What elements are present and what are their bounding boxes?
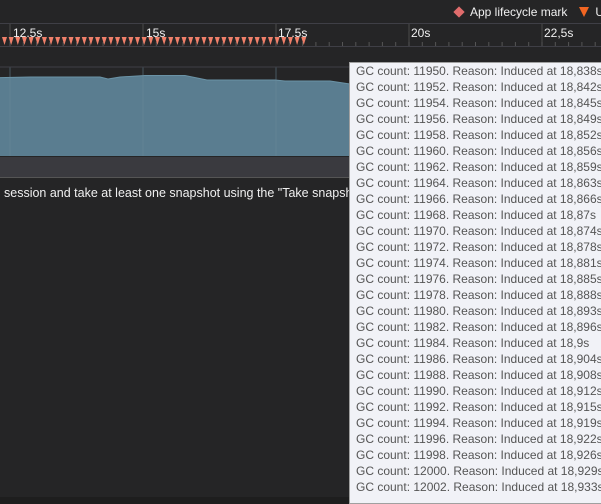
tooltip-line: GC count: 11968. Reason: Induced at 18,8… (356, 208, 596, 222)
marker-triangle-icon (254, 37, 260, 45)
marker-triangle-icon (268, 37, 273, 45)
marker-triangle-icon (221, 37, 227, 45)
marker-triangle-icon (41, 37, 47, 45)
marker-triangle-icon (101, 37, 107, 45)
tooltip-line: GC count: 11990. Reason: Induced at 18,9… (356, 384, 601, 398)
marker-triangle-icon (68, 37, 74, 45)
marker-triangle-icon (148, 37, 154, 45)
tooltip-line: GC count: 11958. Reason: Induced at 18,8… (356, 128, 601, 142)
marker-triangle-icon (287, 37, 293, 45)
marker-triangle-icon (48, 37, 54, 45)
gc-tooltip: GC count: 11950. Reason: Induced at 18,8… (349, 62, 601, 504)
marker-triangle-icon (115, 37, 121, 45)
marker-triangle-icon (8, 37, 14, 45)
marker-triangle-icon (88, 37, 94, 45)
tooltip-line: GC count: 11976. Reason: Induced at 18,8… (356, 272, 601, 286)
tooltip-line: GC count: 12000. Reason: Induced at 18,9… (356, 464, 601, 478)
tooltip-line: GC count: 11980. Reason: Induced at 18,8… (356, 304, 601, 318)
tooltip-line: GC count: 11996. Reason: Induced at 18,9… (356, 432, 601, 446)
marker-triangle-icon (121, 37, 127, 45)
marker-triangle-icon (55, 37, 61, 45)
marker-triangle-icon (181, 37, 187, 45)
tooltip-line: GC count: 11964. Reason: Induced at 18,8… (356, 176, 601, 190)
marker-triangle-icon (61, 37, 67, 45)
marker-triangle-icon (95, 37, 101, 45)
marker-triangle-icon (294, 37, 300, 45)
marker-triangle-icon (188, 37, 194, 45)
marker-triangle-icon (15, 37, 21, 45)
marker-triangle-icon (21, 37, 27, 45)
marker-triangle-icon (128, 37, 134, 45)
marker-triangle-icon (154, 37, 160, 45)
marker-triangle-icon (274, 37, 280, 45)
marker-triangle-icon (201, 37, 207, 45)
marker-triangle-icon (241, 37, 247, 45)
tooltip-line: GC count: 11950. Reason: Induced at 18,8… (356, 64, 601, 78)
marker-triangle-icon (75, 37, 81, 45)
marker-triangle-icon (161, 37, 167, 45)
marker-triangle-icon (261, 37, 267, 45)
marker-triangle-icon (214, 37, 220, 45)
marker-triangle-icon (35, 37, 41, 45)
tooltip-line: GC count: 11966. Reason: Induced at 18,8… (356, 192, 601, 206)
marker-triangle-icon (194, 37, 200, 45)
tooltip-line: GC count: 11978. Reason: Induced at 18,8… (356, 288, 601, 302)
tooltip-line: GC count: 11974. Reason: Induced at 18,8… (356, 256, 601, 270)
marker-triangle-icon (108, 37, 114, 45)
tooltip-line: GC count: 11952. Reason: Induced at 18,8… (356, 80, 601, 94)
marker-triangle-icon (141, 37, 147, 45)
tooltip-line: GC count: 11972. Reason: Induced at 18,8… (356, 240, 601, 254)
tooltip-line: GC count: 11970. Reason: Induced at 18,8… (356, 224, 601, 238)
marker-triangle-icon (208, 37, 214, 45)
tooltip-line: GC count: 11998. Reason: Induced at 18,9… (356, 448, 601, 462)
marker-triangle-icon (174, 37, 180, 45)
marker-triangle-icon (2, 37, 7, 45)
marker-triangle-icon (28, 37, 34, 45)
marker-triangle-icon (135, 37, 140, 45)
marker-triangle-icon (248, 37, 254, 45)
tooltip-line: GC count: 11986. Reason: Induced at 18,9… (356, 352, 601, 366)
memory-area (0, 75, 350, 156)
tooltip-line: GC count: 11960. Reason: Induced at 18,8… (356, 144, 601, 158)
tooltip-line: GC count: 11984. Reason: Induced at 18,9… (356, 336, 590, 350)
tooltip-line: GC count: 11954. Reason: Induced at 18,8… (356, 96, 601, 110)
marker-triangle-icon (168, 37, 174, 45)
tooltip-line: GC count: 11982. Reason: Induced at 18,8… (356, 320, 601, 334)
tooltip-line: GC count: 11988. Reason: Induced at 18,9… (356, 368, 601, 382)
tooltip-line: GC count: 11962. Reason: Induced at 18,8… (356, 160, 601, 174)
tooltip-line: GC count: 11994. Reason: Induced at 18,9… (356, 416, 601, 430)
tooltip-line: GC count: 11956. Reason: Induced at 18,8… (356, 112, 601, 126)
marker-triangle-icon (234, 37, 240, 45)
tooltip-line: GC count: 12002. Reason: Induced at 18,9… (356, 480, 601, 494)
marker-triangle-icon (81, 37, 87, 45)
marker-triangle-icon (301, 37, 307, 45)
marker-triangle-icon (281, 37, 287, 45)
tooltip-line: GC count: 11992. Reason: Induced at 18,9… (356, 400, 601, 414)
marker-triangle-icon (228, 37, 234, 45)
instruction-message: session and take at least one snapshot u… (4, 186, 360, 200)
